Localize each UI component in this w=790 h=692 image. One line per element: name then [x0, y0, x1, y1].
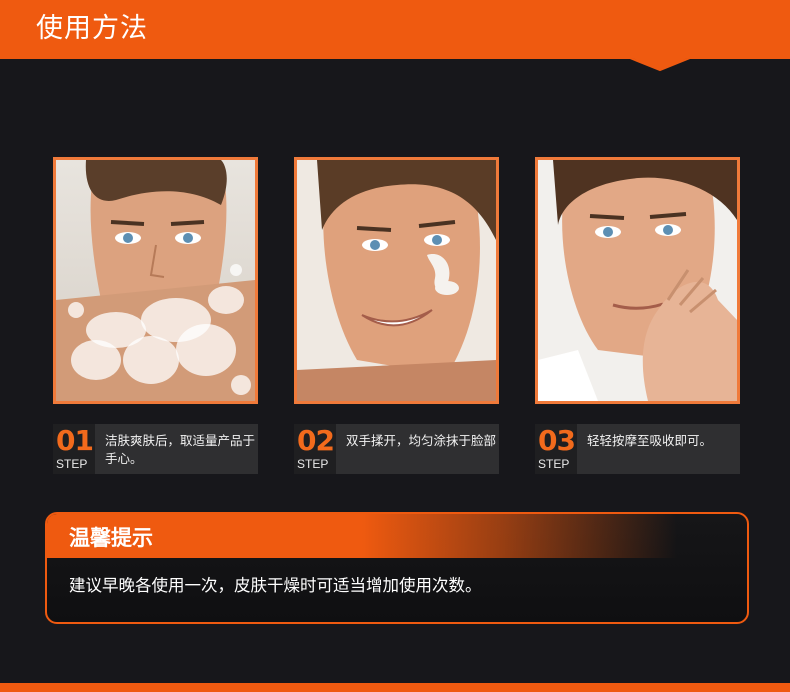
step-1-text: 洁肤爽肤后，取适量产品于手心。 [105, 433, 256, 466]
step-3-label: STEP [538, 457, 570, 471]
page-title: 使用方法 [36, 13, 148, 44]
step-3-box: 03 STEP 轻轻按摩至吸收即可。 [535, 424, 740, 474]
step-2-box: 02 STEP 双手揉开，均匀涂抹于脸部 [294, 424, 499, 474]
tip-title: 温馨提示 [69, 526, 153, 550]
step-2-photo [294, 157, 499, 404]
step-3-badge: 03 STEP [535, 424, 577, 474]
step-2-badge: 02 STEP [294, 424, 336, 474]
step-2-number: 02 [297, 424, 335, 457]
step-3-number: 03 [538, 424, 576, 457]
tip-panel: 温馨提示 建议早晚各使用一次，皮肤干燥时可适当增加使用次数。 [45, 512, 749, 624]
step-2-label: STEP [297, 457, 329, 471]
step-3-text: 轻轻按摩至吸收即可。 [587, 433, 713, 448]
step-3-photo [535, 157, 740, 404]
tip-body: 建议早晚各使用一次，皮肤干燥时可适当增加使用次数。 [69, 576, 482, 595]
step-1-badge: 01 STEP [53, 424, 95, 474]
step-1-number: 01 [56, 424, 94, 457]
step-2-text: 双手揉开，均匀涂抹于脸部 [346, 433, 497, 448]
step-1-box: 01 STEP 洁肤爽肤后，取适量产品于手心。 [53, 424, 258, 474]
step-1-photo [53, 157, 258, 404]
footer-bar [0, 683, 790, 692]
step-1-label: STEP [56, 457, 88, 471]
